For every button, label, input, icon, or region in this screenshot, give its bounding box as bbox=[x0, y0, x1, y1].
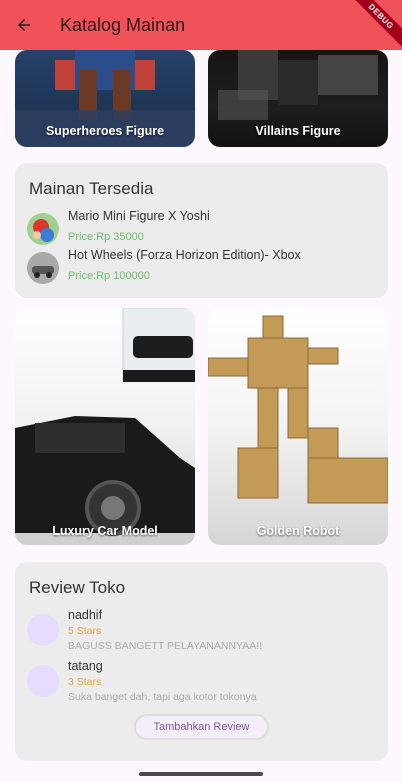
review-text: BAGUSS BANGETT PELAYANANNYAA!! bbox=[68, 640, 263, 652]
category-label: Luxury Car Model bbox=[52, 524, 158, 538]
review-name: nadhif bbox=[68, 608, 103, 622]
review-item: tatang 3 Stars Suka banget dah, tapi aga… bbox=[27, 659, 376, 707]
add-review-button[interactable]: Tambahkan Review bbox=[134, 714, 269, 740]
reviews-panel: Review Toko nadhif 5 Stars BAGUSS BANGET… bbox=[15, 562, 388, 761]
review-stars: 3 Stars bbox=[68, 676, 102, 688]
review-text: Suka banget dah, tapi aga kotor tokonya bbox=[68, 691, 257, 703]
list-item[interactable]: Mario Mini Figure X Yoshi Price:Rp 35000 bbox=[27, 209, 376, 249]
avatar bbox=[27, 213, 59, 245]
review-name: tatang bbox=[68, 659, 103, 673]
item-title: Hot Wheels (Forza Horizon Edition)- Xbox bbox=[68, 248, 301, 262]
list-item[interactable]: Hot Wheels (Forza Horizon Edition)- Xbox… bbox=[27, 248, 376, 288]
page-title: Katalog Mainan bbox=[60, 14, 186, 35]
mario-thumbnail bbox=[27, 213, 59, 245]
section-title: Review Toko bbox=[29, 578, 126, 597]
arrow-left-icon bbox=[18, 19, 30, 31]
avatar bbox=[27, 252, 59, 284]
category-card-golden-robot[interactable]: Golden Robot bbox=[208, 308, 388, 545]
main-scroll[interactable]: Superheroes Figure Villains Figure Maina… bbox=[0, 50, 402, 766]
item-title: Mario Mini Figure X Yoshi bbox=[68, 209, 210, 223]
review-item: nadhif 5 Stars BAGUSS BANGETT PELAYANANN… bbox=[27, 608, 376, 656]
avatar bbox=[27, 614, 59, 646]
gesture-handle[interactable] bbox=[139, 772, 263, 776]
category-label: Superheroes Figure bbox=[45, 124, 165, 138]
section-title: Mainan Tersedia bbox=[29, 179, 154, 198]
category-label: Golden Robot bbox=[256, 524, 340, 538]
category-card-luxury-car[interactable]: Luxury Car Model bbox=[15, 308, 195, 545]
avatar bbox=[27, 665, 59, 697]
category-card-superheroes[interactable]: Superheroes Figure bbox=[15, 50, 195, 147]
review-stars: 5 Stars bbox=[68, 625, 102, 637]
luxury-car-image bbox=[15, 308, 195, 536]
category-card-villains[interactable]: Villains Figure bbox=[208, 50, 388, 147]
app-bar: Katalog Mainan bbox=[0, 0, 402, 50]
item-price: Price:Rp 100000 bbox=[68, 270, 150, 282]
golden-robot-image bbox=[208, 315, 388, 504]
category-label: Villains Figure bbox=[255, 124, 341, 138]
item-price: Price:Rp 35000 bbox=[68, 231, 144, 243]
hot-wheels-thumbnail bbox=[27, 252, 59, 284]
back-button[interactable] bbox=[0, 0, 48, 50]
available-toys-panel: Mainan Tersedia Mario Mini Figure X Yosh… bbox=[15, 163, 388, 298]
